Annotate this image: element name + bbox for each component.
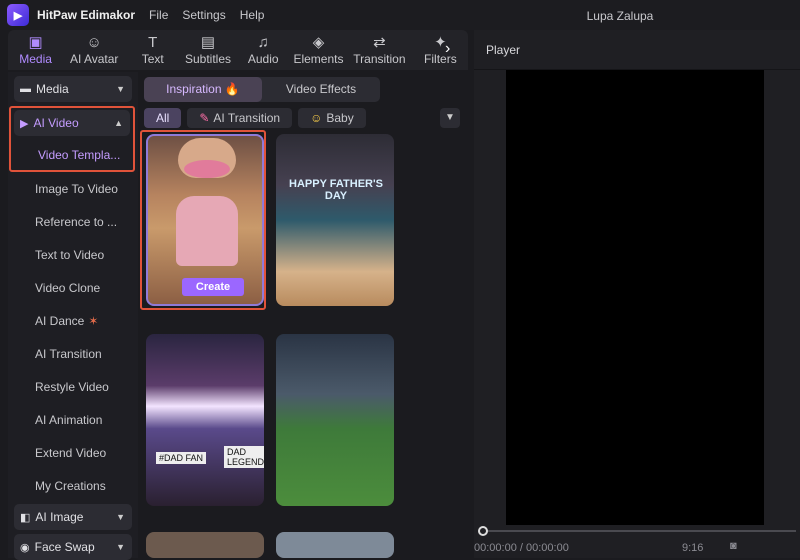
template-card-lips[interactable]: Create: [146, 134, 264, 306]
chevron-up-icon: ▲: [114, 118, 123, 128]
tab-subtitles[interactable]: ▤ Subtitles: [180, 34, 235, 66]
app-name: HitPaw Edimakor: [37, 8, 136, 22]
template-card[interactable]: [146, 532, 264, 558]
chevron-down-icon[interactable]: ▼: [440, 108, 460, 128]
avatar-icon: ☺: [86, 34, 102, 51]
dress-shape: [176, 196, 238, 266]
chip-all[interactable]: All: [144, 108, 182, 128]
dance-icon: ✶: [88, 313, 99, 328]
tab-video-effects[interactable]: Video Effects: [262, 77, 380, 102]
timecode: 00:00:00 / 00:00:00: [474, 542, 569, 554]
filter-chips: All ✎ AI Transition ☺ Baby: [144, 108, 372, 128]
title-bar: ▶ HitPaw Edimakor File Settings Help Lup…: [0, 0, 800, 30]
folder-icon: ▬: [20, 83, 31, 95]
template-card-football[interactable]: [276, 334, 394, 506]
chevron-down-icon: ▼: [116, 542, 125, 552]
ai-video-highlight: ▶ AI Video ▲ Video Templa...: [9, 106, 135, 172]
card-caption: HAPPY FATHER'S DAY: [289, 178, 383, 202]
menu-file[interactable]: File: [149, 8, 168, 22]
scrubber-track[interactable]: [478, 530, 796, 532]
sidebar-item-ai-transition[interactable]: AI Transition: [8, 337, 138, 370]
chip-baby[interactable]: ☺ Baby: [298, 108, 366, 128]
elements-icon: ◈: [312, 34, 325, 51]
tab-elements[interactable]: ◈ Elements: [291, 34, 346, 66]
create-button[interactable]: Create: [182, 278, 244, 296]
app-logo: ▶: [7, 4, 29, 26]
fire-icon: 🔥: [224, 82, 240, 96]
tab-ai-avatar[interactable]: ☺ AI Avatar: [63, 34, 125, 66]
template-card-fathers-day[interactable]: HAPPY FATHER'S DAY: [276, 134, 394, 306]
baby-icon: ☺: [310, 111, 323, 125]
sidebar-item-reference[interactable]: Reference to ...: [8, 205, 138, 238]
music-icon: ♫: [257, 34, 269, 51]
tab-filters[interactable]: ✦ Filters: [413, 34, 468, 66]
sidebar-ai-image[interactable]: ◧ AI Image ▼: [14, 504, 132, 530]
ai-image-icon: ◧: [20, 511, 31, 524]
tab-audio[interactable]: ♫ Audio: [236, 34, 291, 66]
template-card-concert[interactable]: #DAD FAN DAD LEGEND: [146, 334, 264, 506]
scrubber-knob[interactable]: [478, 526, 488, 536]
sidebar-item-extend-video[interactable]: Extend Video: [8, 436, 138, 469]
preview-screen: [506, 70, 764, 525]
snapshot-icon[interactable]: ◙: [730, 540, 737, 552]
main-toolbar: ▣ Media ☺ AI Avatar T Text ▤ Subtitles ♫ Audi…: [8, 30, 468, 70]
aspect-ratio[interactable]: 9:16: [682, 542, 703, 554]
sidebar-item-ai-animation[interactable]: AI Animation: [8, 403, 138, 436]
transition-icon: ⇄: [373, 34, 386, 51]
sidebar-item-my-creations[interactable]: My Creations: [8, 469, 138, 502]
menu-settings[interactable]: Settings: [182, 8, 225, 22]
project-title: Lupa Zalupa: [586, 9, 654, 23]
player-title: Player: [474, 30, 800, 70]
sidebar-item-text-to-video[interactable]: Text to Video: [8, 238, 138, 271]
sidebar-item-video-clone[interactable]: Video Clone: [8, 271, 138, 304]
sidebar-item-image-to-video[interactable]: Image To Video: [8, 172, 138, 205]
content-tabs: Inspiration 🔥 Video Effects: [144, 77, 380, 102]
menu-help[interactable]: Help: [240, 8, 265, 22]
template-panel: Inspiration 🔥 Video Effects All ✎ AI Tran…: [138, 72, 468, 558]
sign-right: DAD LEGEND: [224, 446, 264, 468]
tab-media[interactable]: ▣ Media: [8, 34, 63, 66]
sidebar-media[interactable]: ▬ Media ▼: [14, 76, 132, 102]
chevron-down-icon: ▼: [116, 84, 125, 94]
sidebar-face-swap[interactable]: ◉ Face Swap ▼: [14, 534, 132, 560]
tab-inspiration[interactable]: Inspiration 🔥: [144, 77, 262, 102]
template-card[interactable]: [276, 532, 394, 558]
sidebar: ▬ Media ▼ ▶ AI Video ▲ Video Templa... Image…: [8, 72, 138, 560]
chevron-down-icon: ▼: [116, 512, 125, 522]
image-icon: ▣: [28, 34, 43, 51]
lips-shape: [184, 160, 230, 178]
tab-transition[interactable]: ⇄ Transition: [346, 34, 413, 66]
sidebar-item-video-templates[interactable]: Video Templa...: [11, 138, 133, 171]
sign-left: #DAD FAN: [156, 452, 207, 464]
face-swap-icon: ◉: [20, 541, 30, 554]
sidebar-item-ai-dance[interactable]: AI Dance ✶: [8, 304, 138, 337]
sidebar-item-restyle-video[interactable]: Restyle Video: [8, 370, 138, 403]
player-panel: Player 00:00:00 / 00:00:00 9:16 ◙: [474, 30, 800, 558]
text-icon: T: [148, 34, 158, 51]
ai-video-icon: ▶: [20, 117, 29, 130]
chevron-right-icon[interactable]: ›: [445, 40, 450, 58]
chip-ai-transition[interactable]: ✎ AI Transition: [187, 108, 293, 128]
wand-icon: ✎: [199, 111, 210, 125]
tab-text[interactable]: T Text: [125, 34, 180, 66]
subtitles-icon: ▤: [200, 34, 216, 51]
sidebar-ai-video[interactable]: ▶ AI Video ▲: [14, 110, 130, 136]
